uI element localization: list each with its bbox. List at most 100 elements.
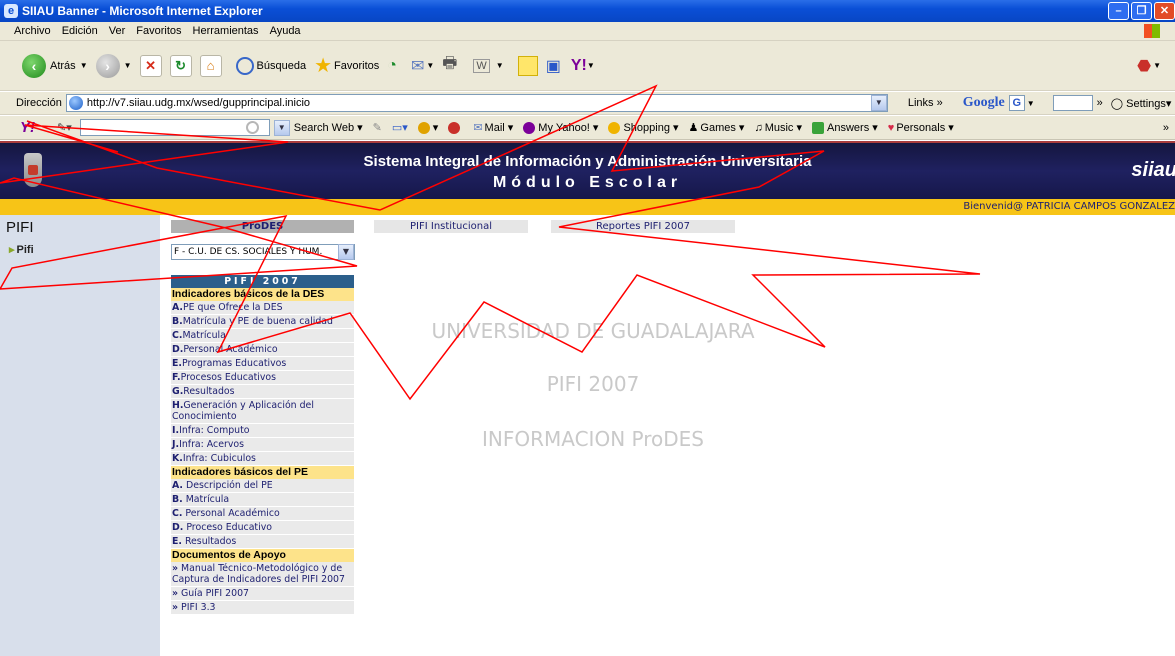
yahoo-search-input[interactable] [79,119,270,136]
menu-item-letter: D. [172,344,184,355]
window-controls: – ❐ ✕ [1108,2,1175,20]
back-arrow-icon: ‹ [22,53,46,78]
menu-item[interactable]: I.Infra: Computo [171,424,354,438]
google-logo: Google [962,95,1005,110]
history-icon: ◔ [387,56,397,74]
yahoo-icon: Y! [570,56,587,74]
research-book-icon: ▣ [545,57,561,75]
maximize-button[interactable]: ❐ [1131,2,1152,20]
notes-button[interactable] [517,55,538,76]
edit-button[interactable]: W ▼ [473,58,504,73]
home-button[interactable]: ⌂ [199,54,222,77]
chevron-down-icon[interactable]: ▼ [338,244,354,260]
menu-item-label: Resultados [181,536,237,547]
history-button[interactable]: ◔ [387,57,399,75]
yahoo-toolbar: Y! ✎▾ ▼ Search Web ▾ ✎ ▭▾ ▾ ✉ Mail ▾ My Y… [0,116,1175,140]
refresh-icon: ↻ [169,54,192,77]
menu-section-heading: Indicadores básicos del PE [171,466,354,479]
menu-item[interactable]: D. Proceso Educativo [171,521,354,535]
music-button[interactable]: ♫ Music ▾ [754,121,802,135]
minimize-button[interactable]: – [1108,2,1129,20]
forward-button[interactable]: › ▼ [95,53,132,78]
research-button[interactable]: ▣ [546,56,563,76]
address-dropdown-icon[interactable]: ▼ [870,95,887,111]
title-bar: e SIIAU Banner - Microsoft Internet Expl… [0,0,1175,22]
word-icon: W [473,58,490,73]
menu-item[interactable]: B.Matrícula y PE de buena calidad [171,315,354,329]
menu-edicion[interactable]: Edición [62,25,98,37]
mail-button[interactable]: ✉ ▼ [411,56,434,76]
my-yahoo-button[interactable]: My Yahoo! ▾ [523,121,598,134]
answers-button[interactable]: Answers ▾ [812,121,878,134]
pencil-icon[interactable]: ✎▾ [57,121,72,134]
prodes-select[interactable]: F - C.U. DE CS. SOCIALES Y HUM. ▼ [171,244,355,260]
menu-item[interactable]: C. Personal Académico [171,507,354,521]
search-icon [245,121,259,134]
menu-item[interactable]: D.Personal Académico [171,343,354,357]
menu-favoritos[interactable]: Favoritos [136,25,181,37]
games-button[interactable]: ♟ Games ▾ [689,121,745,135]
menu-item[interactable]: G.Resultados [171,385,354,399]
mail-icon: ✉ [410,57,425,75]
search-button[interactable]: Búsqueda [235,56,306,75]
menu-item[interactable]: K.Infra: Cubiculos [171,452,354,466]
highlight-icon[interactable]: ▭▾ [392,121,408,134]
search-web-button[interactable]: Search Web ▾ [294,121,363,135]
menu-item[interactable]: E.Programas Educativos [171,357,354,371]
page-icon [68,96,83,110]
yahoo-button[interactable]: Y! ▼ [571,57,595,75]
menu-item[interactable]: E. Resultados [171,535,354,549]
answers-icon [812,121,825,134]
menu-item[interactable]: C.Matrícula [171,329,354,343]
siiau-logo: siiau [1131,159,1175,181]
menu-item[interactable]: J.Infra: Acervos [171,438,354,452]
sidebar-item-pifi[interactable]: ▸ Pifi [9,243,34,256]
favorites-star-icon: ★ [314,55,333,77]
menu-item-letter: G. [172,386,184,397]
personals-button[interactable]: ♥ Personals ▾ [888,121,954,135]
stop-button[interactable]: ✕ [139,54,162,77]
menu-item[interactable]: » Manual Técnico-Metodológico y de Captu… [171,562,354,587]
sidebar-heading: PIFI [6,219,34,236]
stop-icon: ✕ [139,54,162,77]
menu-item-letter: E. [172,358,182,369]
menu-item[interactable]: A. Descripción del PE [171,479,354,493]
yahoo-search-dropdown-icon[interactable]: ▼ [273,119,290,136]
menu-item-label: Generación y Aplicación del Conocimiento [172,400,314,422]
menu-item[interactable]: H.Generación y Aplicación del Conocimien… [171,399,354,424]
print-button[interactable]: 🖶 [442,52,459,79]
pencil-tool-icon[interactable]: ✎ [373,121,382,134]
settings-button[interactable]: ◯ Settings▾ [1111,97,1172,110]
more-chevron-icon[interactable]: » [1097,97,1103,109]
mail-button[interactable]: ✉ Mail ▾ [473,121,513,135]
refresh-button[interactable]: ↻ [169,54,192,77]
google-menu-button[interactable]: G [1008,95,1025,111]
acrobat-button[interactable]: ⬣ ▼ [1137,56,1161,76]
menu-ver[interactable]: Ver [109,25,126,37]
shopping-button[interactable]: Shopping ▾ [608,121,679,134]
mail-icon: ✉ [473,122,483,134]
menu-item[interactable]: B. Matrícula [171,493,354,507]
antispy-icon[interactable]: ▾ [417,121,438,134]
back-button[interactable]: ‹ Atrás ▼ [22,53,88,78]
menu-herramientas[interactable]: Herramientas [193,25,259,37]
menu-item[interactable]: » Guía PIFI 2007 [171,587,354,601]
radio-icon[interactable] [448,121,463,134]
address-input[interactable]: http://v7.siiau.udg.mx/wsed/gupprincipal… [65,94,888,112]
favorites-button[interactable]: ★ Favoritos [314,53,379,78]
menu-item[interactable]: A.PE que Ofrece la DES [171,301,354,315]
my-yahoo-icon [523,121,536,134]
links-button[interactable]: Links » [908,97,943,109]
yahoo-logo-icon[interactable]: Y! [20,119,35,136]
menu-item[interactable]: » PIFI 3.3 [171,601,354,615]
tab-reportes-pifi[interactable]: Reportes PIFI 2007 [551,220,735,233]
siiau-banner: Sistema Integral de Información y Admini… [0,141,1175,199]
menu-ayuda[interactable]: Ayuda [270,25,301,37]
close-button[interactable]: ✕ [1154,2,1175,20]
google-search-box[interactable] [1052,95,1093,111]
tab-pifi-institucional[interactable]: PIFI Institucional [374,220,528,233]
more-chevron-icon[interactable]: » [1163,122,1169,134]
menu-archivo[interactable]: Archivo [14,25,51,37]
menu-item[interactable]: F.Procesos Educativos [171,371,354,385]
watermark-line3: INFORMACION ProDES [482,427,704,451]
